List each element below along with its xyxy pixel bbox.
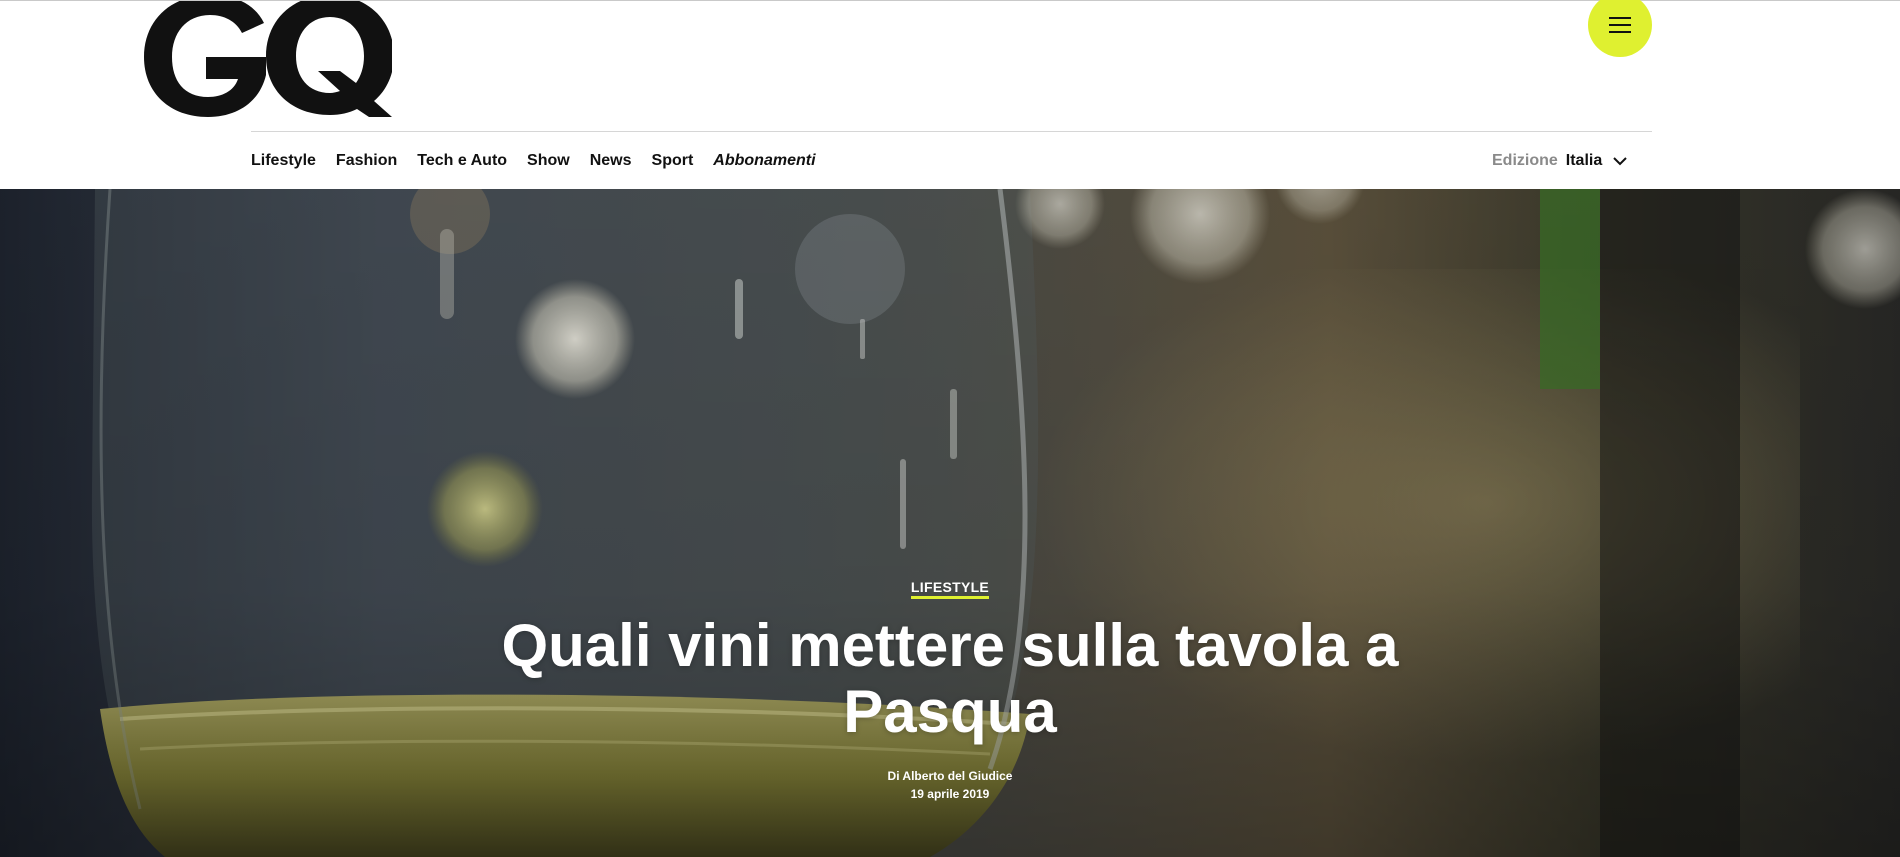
hamburger-menu-icon (1609, 17, 1631, 33)
chevron-down-icon[interactable] (1612, 153, 1628, 169)
article-hero: LIFESTYLE Quali vini mettere sulla tavol… (0, 189, 1900, 857)
nav-item-sport[interactable]: Sport (652, 152, 694, 170)
edition-value[interactable]: Italia (1566, 152, 1602, 170)
gq-logo-mark (144, 1, 392, 117)
nav-item-abbonamenti[interactable]: Abbonamenti (713, 152, 815, 170)
nav-divider (251, 131, 1652, 132)
nav-item-show[interactable]: Show (527, 152, 570, 170)
article-header: LIFESTYLE Quali vini mettere sulla tavol… (0, 579, 1900, 803)
article-date: 19 aprile 2019 (910, 787, 990, 801)
site-header: Lifestyle Fashion Tech e Auto Show News … (0, 0, 1900, 189)
article-author[interactable]: Di Alberto del Giudice (888, 769, 1013, 783)
edition-label: Edizione (1492, 152, 1558, 169)
edition-selector[interactable]: Edizione Italia (1492, 149, 1628, 173)
nav-item-news[interactable]: News (590, 152, 632, 170)
nav-item-tech-e-auto[interactable]: Tech e Auto (417, 152, 507, 170)
article-byline: Di Alberto del Giudice (0, 767, 1900, 785)
nav-item-fashion[interactable]: Fashion (336, 152, 397, 170)
article-title: Quali vini mettere sulla tavola a Pasqua (501, 612, 1399, 745)
nav-item-lifestyle[interactable]: Lifestyle (251, 152, 316, 170)
menu-button[interactable] (1588, 0, 1652, 57)
primary-nav: Lifestyle Fashion Tech e Auto Show News … (251, 149, 836, 173)
gq-logo[interactable] (142, 1, 392, 117)
article-category-link[interactable]: LIFESTYLE (910, 579, 990, 599)
page: Lifestyle Fashion Tech e Auto Show News … (0, 0, 1900, 857)
